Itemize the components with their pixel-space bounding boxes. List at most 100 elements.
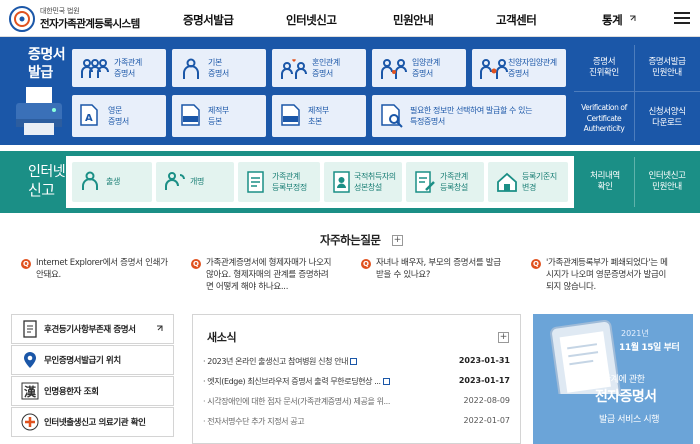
top-header: 대한민국 법원 전자가족관계등록시스템 증명서발급 인터넷신고 민원안내 고객센… (0, 0, 700, 37)
document-search-icon (381, 104, 403, 128)
baby-icon (82, 171, 98, 190)
card-label: 혼인관계 증명서 (312, 58, 340, 78)
faq-item[interactable]: Internet Explorer에서 증명서 인쇄가 안돼요. (36, 257, 168, 281)
card-label: 출생 (106, 177, 120, 186)
card-rename[interactable]: 개명 (156, 162, 234, 202)
card-label: 가족관계 등록부정정 (272, 172, 307, 192)
nav-report[interactable]: 인터넷신고 (286, 12, 337, 28)
location-pin-icon (24, 352, 36, 368)
certificate-issue-section: 증명서 발급 가족관계 증명서 기본 증명서 혼인관계 증명서 입양관계 증명서 친양자입… (0, 37, 700, 145)
card-register-correction[interactable]: 가족관계 등록부정정 (238, 162, 320, 202)
e-certificate-banner[interactable]: 2021년 11월 15일 부터 가족관계에 관한 전자증명서 발급 서비스 시… (533, 314, 693, 444)
divider (634, 45, 635, 141)
news-date: 2022-08-09 (463, 396, 511, 405)
card-family-relation-cert[interactable]: 가족관계 증명서 (72, 49, 166, 87)
document-icon (23, 320, 37, 338)
external-link-icon (157, 325, 163, 331)
nav-stats[interactable]: 통계 (602, 12, 623, 28)
q-badge-icon: Q (531, 259, 541, 269)
printer-icon (16, 87, 62, 135)
quick-link-kiosk-location[interactable]: 무인증명서발급기 위치 (11, 345, 174, 375)
card-label: 개명 (190, 177, 204, 186)
news-item[interactable]: · 엣지(Edge) 최신브라우저 증명서 출력 무한로딩현상 ... (203, 376, 390, 387)
quick-link-guardian-cert[interactable]: 후견등기사항부존재 증명서 (11, 314, 174, 344)
card-label: 기본 증명서 (208, 58, 229, 78)
news-panel: 새소식 + · 2023년 온라인 출생신고 참여병원 신청 안내 2023-0… (192, 314, 521, 444)
nav-issue[interactable]: 증명서발급 (183, 12, 234, 28)
id-card-icon (333, 171, 350, 193)
card-adoption-cert[interactable]: 입양관계 증명서 (372, 49, 466, 87)
card-label: 영문 증명서 (108, 106, 129, 126)
news-date: 2023-01-31 (458, 356, 510, 365)
card-full-adoption-cert[interactable]: 친양자입양관계 증명서 (472, 49, 566, 87)
external-link-icon (630, 15, 636, 21)
q-badge-icon: Q (21, 259, 31, 269)
banner-year: 2021년 (621, 329, 649, 338)
quick-link-hospital-check[interactable]: 인터넷출생신고 의료기관 확인 (11, 407, 174, 437)
adoption-icon (381, 59, 407, 79)
link-report-guide[interactable]: 인터넷신고 민원안내 (636, 171, 698, 193)
faq-title: 자주하는질문 (320, 233, 381, 247)
card-base-change[interactable]: 등록기준지 변경 (488, 162, 568, 202)
quick-link-label: 무인증명서발급기 위치 (44, 356, 121, 366)
card-specific-cert[interactable]: 필요한 정보만 선택하여 발급할 수 있는 특정증명서 (372, 95, 566, 137)
nav-guide[interactable]: 민원안내 (393, 12, 434, 28)
card-removed-register-extract[interactable]: 제적부 초본 (272, 95, 366, 137)
card-label: 제적부 초본 (308, 106, 329, 126)
card-label: 제적부 등본 (208, 106, 229, 126)
card-english-cert[interactable]: A 영문 증명서 (72, 95, 166, 137)
card-label: 국적취득자의 성본창설 (354, 172, 396, 192)
banner-line2: 전자증명서 (595, 389, 657, 405)
quick-link-name-hanja[interactable]: 漢 인명용한자 조회 (11, 376, 174, 406)
card-birth[interactable]: 출생 (72, 162, 152, 202)
news-item[interactable]: · 전자서명수단 추가 지정서 공고 (203, 416, 305, 427)
removed-document-icon (281, 104, 300, 126)
banner-line1: 가족관계에 관한 (587, 375, 645, 385)
document-edit-icon (415, 171, 435, 193)
card-label: 필요한 정보만 선택하여 발급할 수 있는 특정증명서 (410, 106, 533, 126)
hanja-icon: 漢 (21, 382, 39, 400)
link-form-download[interactable]: 신청서양식 다운로드 (636, 107, 698, 129)
card-register-creation[interactable]: 가족관계 등록창설 (406, 162, 484, 202)
q-badge-icon: Q (361, 259, 371, 269)
link-verification-en[interactable]: Verification of Certificate Authenticity (574, 103, 634, 135)
svg-text:漢: 漢 (24, 384, 37, 399)
faq-item[interactable]: 가족관계증명서에 형제자매가 나오지 않아요. 형제자매의 관계를 증명하려 면 어… (206, 257, 331, 293)
family-icon (81, 59, 109, 78)
new-badge-icon (350, 358, 358, 365)
banner-line3: 발급 서비스 시행 (599, 415, 660, 425)
quick-link-label: 인터넷출생신고 의료기관 확인 (44, 418, 146, 428)
faq-more-button[interactable]: + (392, 235, 403, 246)
site-title[interactable]: 전자가족관계등록시스템 (40, 16, 140, 31)
faq-item[interactable]: '가족관계등록부가 폐쇄되었다'는 메 시지가 나오며 영문증명서가 발급이 되지 … (546, 257, 668, 293)
couple-heart-icon (281, 59, 307, 79)
removed-document-icon (181, 104, 200, 126)
card-label: 등록기준지 변경 (522, 172, 557, 192)
link-cert-guide[interactable]: 증명서발급 민원안내 (636, 57, 698, 79)
house-icon (497, 172, 517, 192)
family-adoption-icon (480, 59, 508, 79)
svg-text:A: A (85, 113, 93, 124)
menu-icon[interactable] (674, 12, 690, 25)
nav-customer[interactable]: 고객센터 (496, 12, 537, 28)
internet-report-section: 인터넷 신고 출생 개명 가족관계 등록부정정 국적취득자의 성본창설 가족관계 등록창… (0, 151, 700, 213)
hospital-icon (21, 413, 39, 431)
news-date: 2023-01-17 (458, 376, 510, 385)
q-badge-icon: Q (191, 259, 201, 269)
card-surname-creation[interactable]: 국적취득자의 성본창설 (324, 162, 402, 202)
news-title: 새소식 (207, 331, 237, 344)
faq-item[interactable]: 자녀나 배우자, 부모의 증명서를 발급 받을 수 있나요? (376, 257, 501, 281)
news-more-button[interactable]: + (498, 332, 509, 343)
link-report-history[interactable]: 처리내역 확인 (578, 171, 632, 193)
link-cert-verify[interactable]: 증명서 진위확인 (578, 57, 630, 79)
card-label: 친양자입양관계 증명서 (508, 58, 557, 78)
news-item[interactable]: · 시각장애인에 대한 점자 문서(가족관계증명서) 제공을 위... (203, 396, 390, 407)
person-refresh-icon (165, 172, 185, 190)
org-name: 대한민국 법원 (40, 7, 80, 15)
news-item[interactable]: · 2023년 온라인 출생신고 참여병원 신청 안내 (203, 356, 358, 367)
report-label: 인터넷 신고 (28, 164, 66, 199)
card-marriage-cert[interactable]: 혼인관계 증명서 (272, 49, 366, 87)
card-removed-register-copy[interactable]: 제적부 등본 (172, 95, 266, 137)
card-basic-cert[interactable]: 기본 증명서 (172, 49, 266, 87)
court-logo-icon[interactable] (8, 5, 36, 33)
